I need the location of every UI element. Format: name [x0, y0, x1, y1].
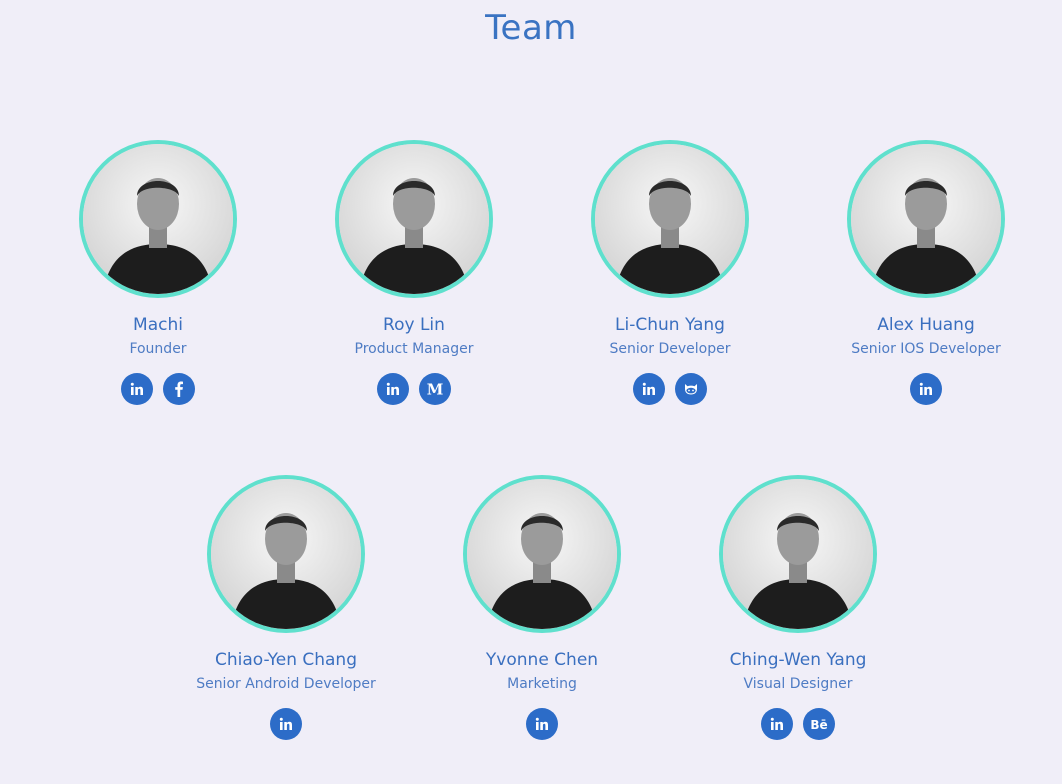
- member-photo: [335, 140, 493, 298]
- member-name: Chiao-Yen Chang: [214, 650, 357, 670]
- linkedin-button[interactable]: [910, 373, 942, 405]
- member-photo: [847, 140, 1005, 298]
- linkedin-button[interactable]: [377, 373, 409, 405]
- linkedin-icon: [641, 381, 657, 397]
- linkedin-button[interactable]: [761, 708, 793, 740]
- team-member-card: Alex Huang Senior IOS Developer: [806, 140, 1046, 405]
- social-links: [38, 373, 278, 405]
- member-photo: [79, 140, 237, 298]
- member-name: Machi: [133, 315, 183, 335]
- member-name: Roy Lin: [383, 315, 445, 335]
- member-role: Senior IOS Developer: [851, 341, 1001, 357]
- github-button[interactable]: [675, 373, 707, 405]
- team-page: Team Machi Founder Roy Lin Product Manag…: [0, 0, 1062, 784]
- team-member-card: Chiao-Yen Chang Senior Android Developer: [166, 475, 406, 740]
- linkedin-button[interactable]: [633, 373, 665, 405]
- social-links: [550, 373, 790, 405]
- linkedin-button[interactable]: [526, 708, 558, 740]
- team-member-card: Machi Founder: [38, 140, 278, 405]
- linkedin-icon: [918, 381, 934, 397]
- linkedin-button[interactable]: [270, 708, 302, 740]
- medium-button[interactable]: M: [419, 373, 451, 405]
- member-role: Marketing: [507, 676, 577, 692]
- svg-text:M: M: [427, 381, 444, 397]
- member-name: Alex Huang: [877, 315, 975, 335]
- social-links: M: [294, 373, 534, 405]
- social-links: [806, 373, 1046, 405]
- linkedin-icon: [129, 381, 145, 397]
- facebook-icon: [171, 381, 187, 397]
- linkedin-icon: [278, 716, 294, 732]
- member-role: Senior Android Developer: [196, 676, 376, 692]
- member-photo: [719, 475, 877, 633]
- linkedin-icon: [385, 381, 401, 397]
- team-member-card: Li-Chun Yang Senior Developer: [550, 140, 790, 405]
- linkedin-icon: [769, 716, 785, 732]
- svg-text:Bē: Bē: [810, 718, 827, 731]
- team-member-card: Ching-Wen Yang Visual Designer Bē: [678, 475, 918, 740]
- member-role: Product Manager: [354, 341, 474, 357]
- page-title: Team: [485, 8, 577, 48]
- github-icon: [682, 381, 700, 397]
- behance-icon: Bē: [809, 717, 829, 731]
- member-role: Visual Designer: [743, 676, 853, 692]
- medium-icon: M: [426, 381, 444, 397]
- social-links: [166, 708, 406, 740]
- member-role: Senior Developer: [609, 341, 731, 357]
- facebook-button[interactable]: [163, 373, 195, 405]
- social-links: [422, 708, 662, 740]
- member-name: Yvonne Chen: [485, 650, 599, 670]
- member-name: Ching-Wen Yang: [729, 650, 867, 670]
- behance-button[interactable]: Bē: [803, 708, 835, 740]
- social-links: Bē: [678, 708, 918, 740]
- member-photo: [463, 475, 621, 633]
- team-member-card: Yvonne Chen Marketing: [422, 475, 662, 740]
- member-photo: [591, 140, 749, 298]
- member-role: Founder: [129, 341, 187, 357]
- linkedin-icon: [534, 716, 550, 732]
- member-photo: [207, 475, 365, 633]
- linkedin-button[interactable]: [121, 373, 153, 405]
- team-member-card: Roy Lin Product Manager M: [294, 140, 534, 405]
- member-name: Li-Chun Yang: [615, 315, 725, 335]
